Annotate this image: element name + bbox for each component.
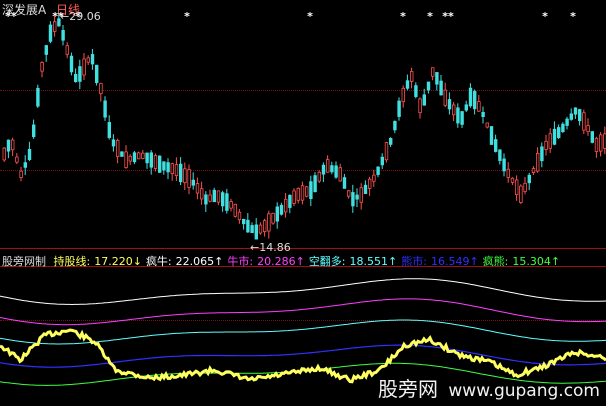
- legend-value: 22.065↑: [175, 255, 224, 268]
- legend-value: 20.286↑: [257, 255, 305, 268]
- legend-label: 持股线:: [53, 255, 91, 268]
- legend-label: 牛市:: [227, 255, 254, 268]
- legend-label: 空翻多:: [308, 255, 346, 268]
- crazy-bull-line: [0, 278, 606, 306]
- bull-market-line: [0, 298, 606, 326]
- watermark: 股旁网 www.gupang.com: [378, 373, 600, 402]
- legend-value: 18.551↑: [349, 255, 398, 268]
- legend-value: 16.549↑: [430, 255, 479, 268]
- legend-label: 疯熊:: [482, 255, 509, 268]
- legend-value: 17.220↓: [94, 255, 142, 268]
- legend-label: 疯牛:: [145, 255, 172, 268]
- indicator-chart[interactable]: [0, 0, 606, 406]
- legend-value: 15.304↑: [512, 255, 561, 268]
- watermark-brand: 股旁网: [378, 377, 439, 401]
- legend-label: 熊市:: [401, 255, 427, 268]
- chart-window: 深发展A 日线 ** ** * * * * * ** * * ←29.06 ←1…: [0, 0, 606, 406]
- bear-market-line: [0, 344, 606, 368]
- high-price-label: ←29.06: [60, 10, 101, 23]
- watermark-url: www.gupang.com: [448, 381, 600, 401]
- indicator-legend: 股旁网制 持股线: 17.220↓ 疯牛: 22.065↑ 牛市: 20.286↑ 空翻多:…: [2, 253, 568, 269]
- indicator-name: 股旁网制: [2, 255, 46, 268]
